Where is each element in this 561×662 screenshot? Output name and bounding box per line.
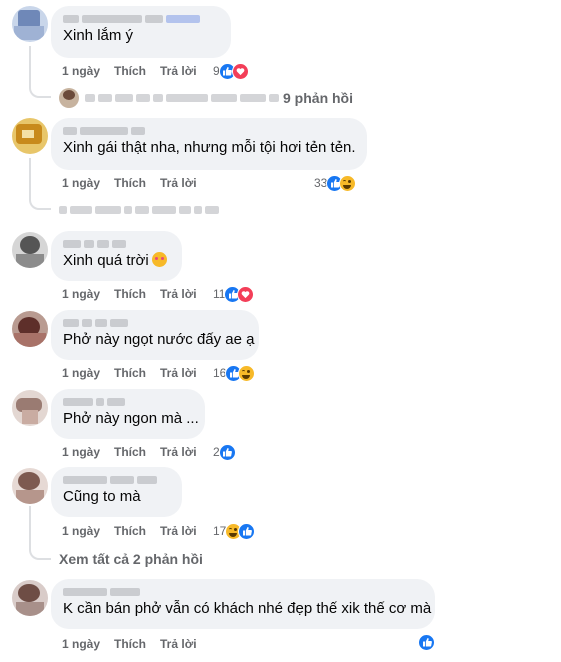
- reaction-summary[interactable]: 33: [314, 173, 357, 193]
- reaction-summary[interactable]: 2: [213, 442, 236, 462]
- thread-line: [29, 158, 31, 198]
- comment-actions: 1 ngày Thích Trả lời: [62, 286, 211, 302]
- haha-icon: [339, 174, 357, 192]
- reaction-summary[interactable]: [418, 632, 435, 652]
- reaction-summary[interactable]: 17: [213, 521, 256, 541]
- comment-bubble: Xinh gái thật nha, nhưng mỗi tội hơi tẻn…: [51, 118, 367, 170]
- reply-link[interactable]: Trả lời: [160, 64, 197, 78]
- reply-connector: [29, 198, 51, 210]
- author-name-redacted[interactable]: [63, 316, 247, 330]
- smiling-face-with-hearts-icon: [151, 252, 167, 267]
- comment-actions: 1 ngày Thích Trả lời: [62, 365, 211, 381]
- reaction-summary[interactable]: 9: [213, 61, 249, 81]
- view-all-replies-link[interactable]: Xem tất cả 2 phản hồi: [59, 549, 203, 569]
- reply-link[interactable]: Trả lời: [160, 524, 197, 538]
- haha-icon: [238, 364, 256, 382]
- thread-line: [29, 506, 31, 548]
- comment-time[interactable]: 1 ngày: [62, 445, 100, 459]
- reaction-summary[interactable]: 16: [213, 363, 256, 383]
- like-link[interactable]: Thích: [114, 366, 146, 380]
- comment-text: K cần bán phở vẫn có khách nhé đẹp thế x…: [63, 600, 432, 617]
- comment-text: Cũng to mà: [63, 488, 141, 505]
- reply-count: 9 phản hồi: [283, 90, 353, 106]
- reply-author-redacted: [85, 94, 279, 102]
- love-icon: [231, 62, 249, 80]
- comment-time[interactable]: 1 ngày: [62, 366, 100, 380]
- comment-actions: 1 ngày Thích Trả lời: [62, 63, 211, 79]
- comment-text: Xinh lắm ý: [63, 27, 134, 44]
- love-icon: [237, 285, 255, 303]
- avatar[interactable]: [12, 580, 48, 616]
- like-link[interactable]: Thích: [114, 64, 146, 78]
- reply-link[interactable]: Trả lời: [160, 176, 197, 190]
- comment-bubble: Cũng to mà: [51, 467, 182, 517]
- view-replies-link[interactable]: 9 phản hồi: [59, 88, 353, 108]
- thread-line: [29, 46, 31, 86]
- comment-actions: 1 ngày Thích Trả lời: [62, 444, 211, 460]
- like-link[interactable]: Thích: [114, 637, 146, 651]
- reaction-count: 17: [213, 524, 227, 538]
- reaction-summary[interactable]: 11: [213, 284, 255, 304]
- reply-summary-redacted: [59, 206, 219, 214]
- avatar[interactable]: [12, 468, 48, 504]
- reply-link[interactable]: Trả lời: [160, 445, 197, 459]
- view-replies-link[interactable]: [59, 200, 223, 220]
- comment-bubble: Phở này ngọt nước đấy ae ạ: [51, 310, 259, 360]
- reply-link[interactable]: Trả lời: [160, 366, 197, 380]
- avatar[interactable]: [12, 6, 48, 42]
- comment-time[interactable]: 1 ngày: [62, 176, 100, 190]
- author-name-redacted[interactable]: [63, 12, 219, 26]
- comment-bubble: Xinh lắm ý: [51, 6, 231, 58]
- view-all-replies-label: Xem tất cả 2 phản hồi: [59, 551, 203, 567]
- like-link[interactable]: Thích: [114, 176, 146, 190]
- comment-text: Xinh quá trời: [63, 251, 170, 271]
- comment-bubble: K cần bán phở vẫn có khách nhé đẹp thế x…: [51, 579, 435, 629]
- comment-time[interactable]: 1 ngày: [62, 524, 100, 538]
- reply-link[interactable]: Trả lời: [160, 637, 197, 651]
- avatar[interactable]: [12, 311, 48, 347]
- like-icon: [238, 522, 256, 540]
- reply-connector: [29, 86, 51, 98]
- comment-time[interactable]: 1 ngày: [62, 64, 100, 78]
- author-name-redacted[interactable]: [63, 124, 355, 138]
- comment-text: Xinh gái thật nha, nhưng mỗi tội hơi tẻn…: [63, 139, 356, 156]
- author-name-redacted[interactable]: [63, 237, 170, 251]
- reply-avatar: [59, 88, 79, 108]
- comment-text: Phở này ngon mà ...: [63, 410, 199, 427]
- comment-actions: 1 ngày Thích Trả lời: [62, 636, 211, 652]
- avatar[interactable]: [12, 232, 48, 268]
- comment-actions: 1 ngày Thích Trả lời: [62, 523, 211, 539]
- avatar[interactable]: [12, 118, 48, 154]
- like-link[interactable]: Thích: [114, 445, 146, 459]
- comment-time[interactable]: 1 ngày: [62, 637, 100, 651]
- like-icon: [218, 443, 236, 461]
- comment-text: Phở này ngọt nước đấy ae ạ: [63, 331, 255, 348]
- comment-bubble: Xinh quá trời: [51, 231, 182, 281]
- comment-text-content: Xinh quá trời: [63, 252, 149, 269]
- author-name-redacted[interactable]: [63, 585, 423, 599]
- like-link[interactable]: Thích: [114, 524, 146, 538]
- avatar[interactable]: [12, 390, 48, 426]
- comment-time[interactable]: 1 ngày: [62, 287, 100, 301]
- like-icon: [418, 633, 435, 651]
- reaction-count: 16: [213, 366, 227, 380]
- comment-bubble: Phở này ngon mà ...: [51, 389, 205, 439]
- reaction-count: 33: [314, 176, 328, 190]
- author-name-redacted[interactable]: [63, 395, 193, 409]
- comment-actions: 1 ngày Thích Trả lời: [62, 175, 211, 191]
- reply-connector: [29, 548, 51, 560]
- author-name-redacted[interactable]: [63, 473, 170, 487]
- reply-link[interactable]: Trả lời: [160, 287, 197, 301]
- like-link[interactable]: Thích: [114, 287, 146, 301]
